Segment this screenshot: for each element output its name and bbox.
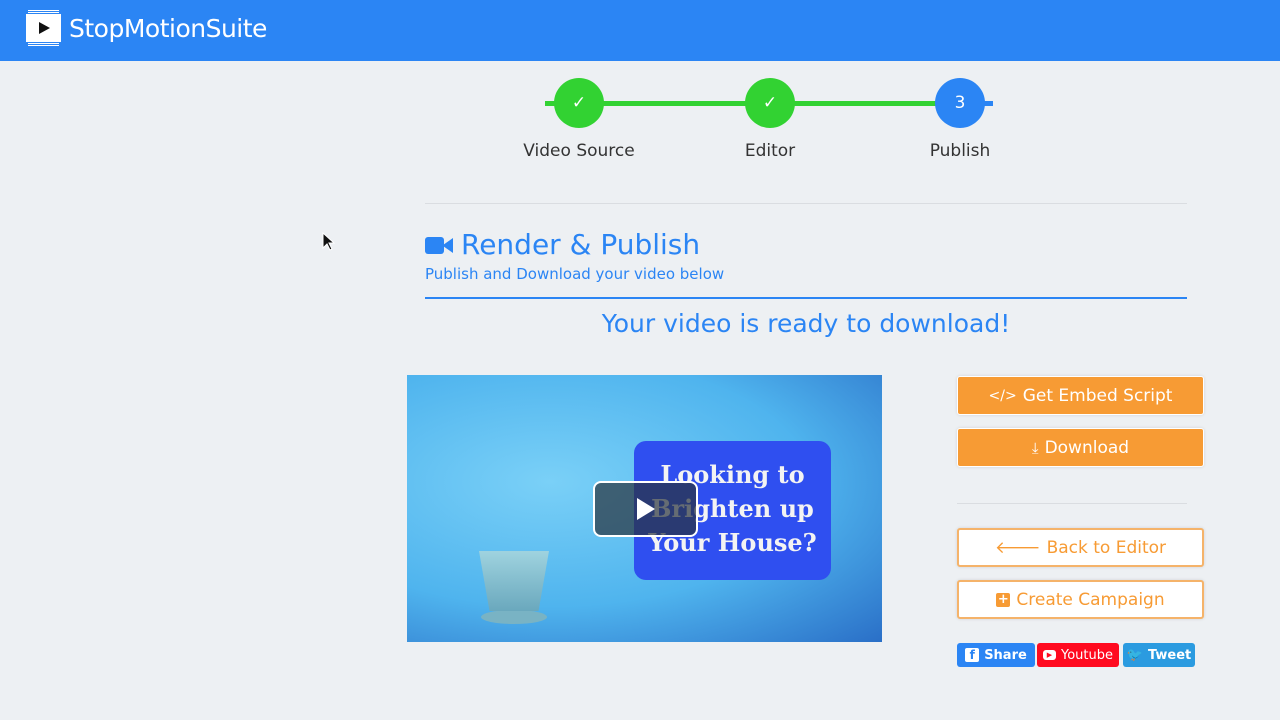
play-icon [636,498,655,520]
download-icon: ⤓ [1031,438,1039,457]
get-embed-script-button[interactable]: </> Get Embed Script [957,376,1204,415]
page-title-text: Render & Publish [461,228,701,261]
back-to-editor-button[interactable]: 🡐 Back to Editor [957,528,1204,567]
video-player[interactable]: Looking to Brighten up Your House? [407,375,882,642]
top-bar: StopMotionSuite [0,0,1280,61]
brand-logo[interactable]: StopMotionSuite [26,10,267,46]
twitter-icon: 🐦 [1126,647,1143,663]
step-1-check-icon: ✓ [554,78,604,128]
step-label-publish: Publish [929,141,991,161]
step-3-number: 3 [935,78,985,128]
download-label: Download [1044,437,1130,458]
brand-name: StopMotionSuite [69,13,267,43]
page-subtitle: Publish and Download your video below [425,265,725,283]
progress-stepper: ✓ ✓ 3 Video Source Editor Publish [523,78,993,168]
arrow-left-icon: 🡐 [994,537,1041,558]
share-label: Share [984,647,1027,663]
create-campaign-button[interactable]: + Create Campaign [957,580,1204,619]
facebook-icon: f [965,648,980,662]
download-button[interactable]: ⤓ Download [957,428,1204,467]
tweet-label: Tweet [1147,647,1192,663]
youtube-label: Youtube [1061,647,1113,663]
title-underline [425,297,1187,299]
step-label-video-source: Video Source [523,141,635,161]
youtube-button[interactable]: ▶ Youtube [1037,643,1119,667]
divider [957,503,1187,504]
play-button[interactable] [593,481,698,537]
embed-label: Get Embed Script [1022,385,1173,406]
video-camera-icon [425,235,453,255]
play-logo-icon [26,10,61,46]
back-label: Back to Editor [1046,537,1167,558]
tweet-button[interactable]: 🐦 Tweet [1123,643,1195,667]
mouse-cursor-icon [322,232,336,251]
step-label-editor: Editor [744,141,796,161]
plus-square-icon: + [996,591,1011,607]
ready-message: Your video is ready to download! [601,309,1011,338]
page-title: Render & Publish [425,228,700,261]
code-icon: </> [988,387,1017,404]
step-2-check-icon: ✓ [745,78,795,128]
facebook-share-button[interactable]: f Share [957,643,1035,667]
campaign-label: Create Campaign [1016,589,1165,610]
youtube-icon: ▶ [1043,650,1056,660]
flower-pot [479,551,549,611]
flower-pot-saucer [481,610,547,624]
divider [425,203,1187,204]
